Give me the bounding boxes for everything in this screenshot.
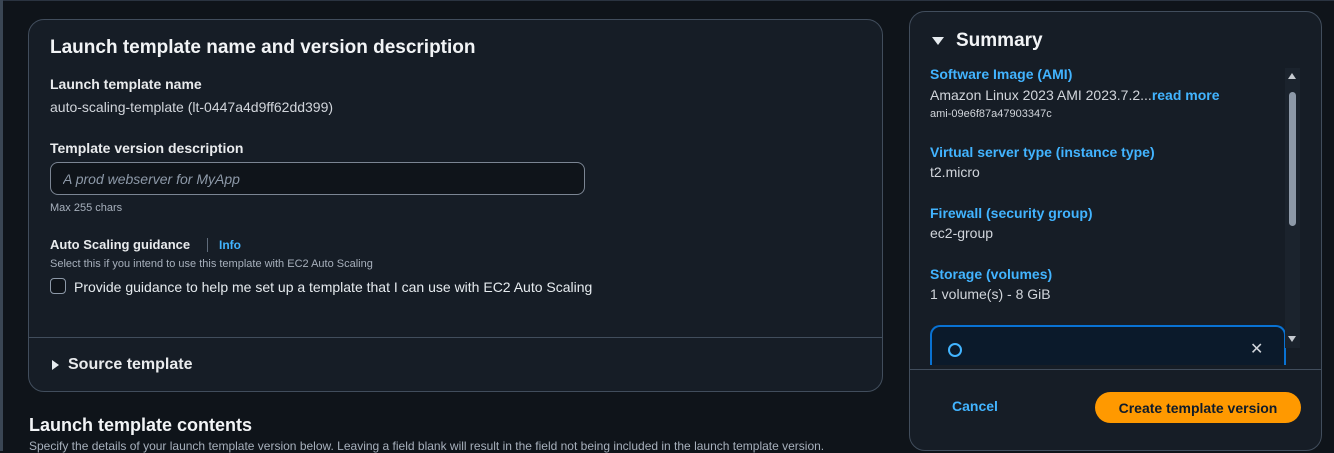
launch-template-contents-title: Launch template contents [29,415,253,435]
auto-scaling-guidance-label: Auto Scaling guidance [50,237,191,252]
panel-divider [29,337,882,338]
ami-value-text: Amazon Linux 2023 AMI 2023.7.2... [930,87,1152,103]
template-name-panel: Launch template name and version descrip… [28,19,883,392]
cancel-button[interactable]: Cancel [952,398,998,414]
scroll-up-icon[interactable] [1288,73,1296,79]
guidance-description: Select this if you intend to use this te… [50,258,373,270]
instance-type-value: t2.micro [930,164,980,180]
summary-title: Summary [956,30,1043,51]
security-group-value: ec2-group [930,225,994,241]
security-group-label[interactable]: Firewall (security group) [930,205,1093,221]
close-icon[interactable]: ✕ [1250,339,1263,359]
storage-value: 1 volume(s) - 8 GiB [930,286,1051,302]
storage-label[interactable]: Storage (volumes) [930,266,1052,282]
scroll-down-icon[interactable] [1288,336,1296,342]
ami-id: ami-09e6f87a47903347c [930,108,1052,120]
summary-divider [910,369,1321,370]
version-description-input[interactable] [50,162,585,195]
source-template-expander[interactable]: Source template [52,356,192,374]
summary-scrollbar[interactable] [1285,68,1300,348]
ami-label[interactable]: Software Image (AMI) [930,66,1072,82]
create-template-version-button[interactable]: Create template version [1095,392,1301,423]
instance-type-label[interactable]: Virtual server type (instance type) [930,144,1155,160]
caret-right-icon [52,360,59,370]
max-chars-hint: Max 255 chars [50,202,123,214]
left-border [0,0,3,451]
info-notification: ✕ [930,325,1286,365]
info-separator [207,238,208,252]
template-name-value: auto-scaling-template (lt-0447a4d9ff62dd… [50,99,334,115]
read-more-link[interactable]: read more [1152,87,1220,103]
top-border [0,0,1334,1]
info-link[interactable]: Info [219,238,241,252]
guidance-checkbox-label[interactable]: Provide guidance to help me set up a tem… [74,277,594,297]
caret-down-icon [932,37,944,45]
panel-title: Launch template name and version descrip… [50,37,476,58]
version-description-label: Template version description [50,140,244,156]
scroll-thumb[interactable] [1289,92,1296,226]
info-circle-icon [948,343,962,357]
guidance-checkbox[interactable] [50,278,66,294]
summary-panel: Summary Software Image (AMI) Amazon Linu… [909,11,1322,451]
source-template-label: Source template [68,356,193,373]
summary-header[interactable]: Summary [932,30,1043,52]
ami-value: Amazon Linux 2023 AMI 2023.7.2...read mo… [930,87,1220,103]
template-name-label: Launch template name [50,76,202,92]
